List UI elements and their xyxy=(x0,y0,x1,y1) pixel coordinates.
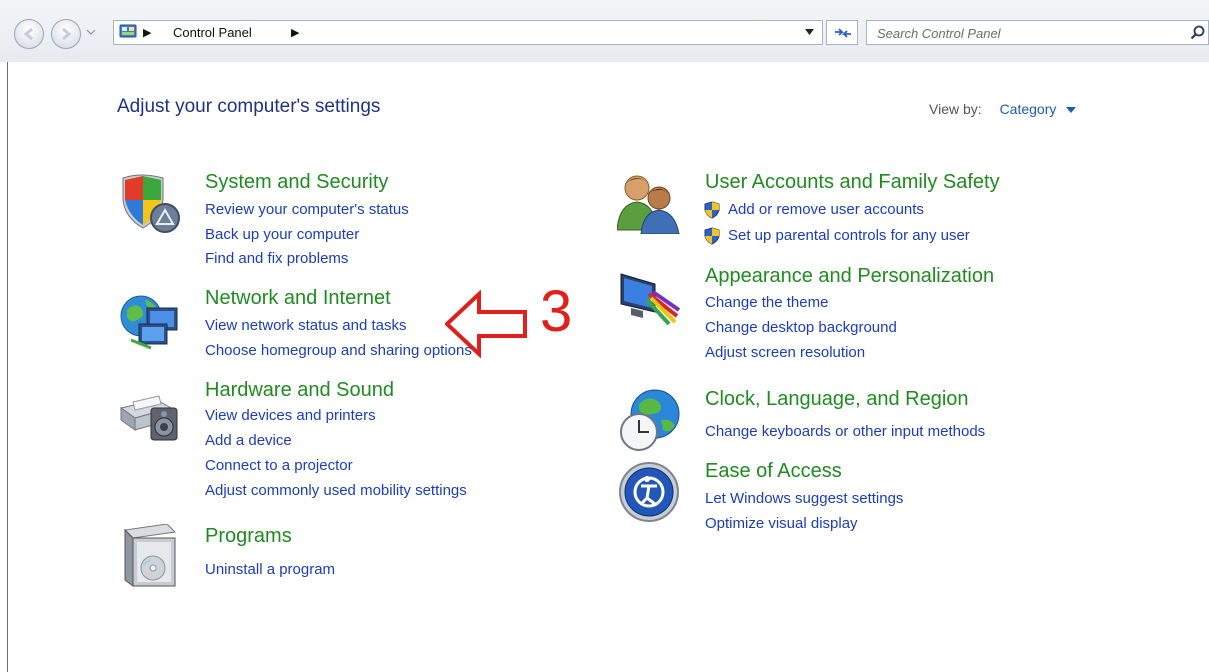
search-input[interactable] xyxy=(875,23,1169,44)
uac-shield-icon xyxy=(703,227,721,249)
link-keyboards[interactable]: Change keyboards or other input methods xyxy=(705,423,985,440)
link-review-status[interactable]: Review your computer's status xyxy=(205,201,409,218)
forward-arrow-icon xyxy=(62,27,72,41)
refresh-icon xyxy=(835,28,851,38)
annotation-step-number: 3 xyxy=(540,279,573,344)
recent-pages-dropdown-icon[interactable] xyxy=(86,29,96,35)
refresh-button[interactable] xyxy=(826,20,858,45)
category-title[interactable]: Programs xyxy=(205,525,292,548)
uac-shield-icon xyxy=(703,201,721,223)
back-arrow-icon xyxy=(23,27,33,41)
view-by-control: View by: Category xyxy=(929,101,1077,117)
link-add-device[interactable]: Add a device xyxy=(205,432,292,449)
link-uninstall[interactable]: Uninstall a program xyxy=(205,561,335,578)
category-title[interactable]: User Accounts and Family Safety xyxy=(705,171,1000,194)
breadcrumb-separator-icon[interactable]: ▶ xyxy=(291,26,299,39)
link-find-fix[interactable]: Find and fix problems xyxy=(205,250,348,267)
control-panel-icon xyxy=(119,24,137,38)
network-globe-icon[interactable] xyxy=(117,286,181,350)
breadcrumb-control-panel[interactable]: Control Panel xyxy=(173,25,252,40)
link-backup[interactable]: Back up your computer xyxy=(205,226,359,243)
search-icon[interactable] xyxy=(1190,25,1206,41)
forward-button[interactable] xyxy=(51,19,81,49)
category-title[interactable]: Appearance and Personalization xyxy=(705,265,994,288)
link-mobility[interactable]: Adjust commonly used mobility settings xyxy=(205,482,467,499)
category-title[interactable]: System and Security xyxy=(205,171,388,194)
link-add-remove-users[interactable]: Add or remove user accounts xyxy=(728,201,924,218)
address-bar[interactable]: ▶ Control Panel ▶ xyxy=(113,20,823,45)
breadcrumb-separator-icon[interactable]: ▶ xyxy=(143,26,151,39)
link-parental-controls[interactable]: Set up parental controls for any user xyxy=(728,227,970,244)
ease-of-access-icon[interactable] xyxy=(617,460,681,524)
link-suggest-settings[interactable]: Let Windows suggest settings xyxy=(705,490,903,507)
clock-globe-icon[interactable] xyxy=(617,388,681,452)
annotation-arrow-icon xyxy=(445,290,527,358)
category-title[interactable]: Network and Internet xyxy=(205,287,391,310)
link-desktop-background[interactable]: Change desktop background xyxy=(705,319,897,336)
view-by-label: View by: xyxy=(929,101,982,117)
search-box[interactable] xyxy=(866,20,1209,45)
link-devices-printers[interactable]: View devices and printers xyxy=(205,407,376,424)
address-dropdown-icon[interactable] xyxy=(805,29,814,35)
program-box-icon[interactable] xyxy=(117,524,181,588)
category-title[interactable]: Hardware and Sound xyxy=(205,379,394,402)
link-homegroup[interactable]: Choose homegroup and sharing options xyxy=(205,342,472,359)
back-button[interactable] xyxy=(14,19,44,49)
content-left-border xyxy=(7,62,8,672)
link-projector[interactable]: Connect to a projector xyxy=(205,457,353,474)
category-title[interactable]: Ease of Access xyxy=(705,460,842,483)
link-change-theme[interactable]: Change the theme xyxy=(705,294,828,311)
monitor-palette-icon[interactable] xyxy=(617,264,681,328)
link-network-status[interactable]: View network status and tasks xyxy=(205,317,407,334)
view-by-dropdown[interactable]: Category xyxy=(1000,101,1057,117)
view-by-chevron-icon[interactable] xyxy=(1066,107,1077,114)
page-title: Adjust your computer's settings xyxy=(117,96,381,117)
link-optimize-display[interactable]: Optimize visual display xyxy=(705,515,858,532)
users-icon[interactable] xyxy=(617,170,681,234)
category-title[interactable]: Clock, Language, and Region xyxy=(705,388,969,411)
shield-icon[interactable] xyxy=(117,170,181,234)
printer-speaker-icon[interactable] xyxy=(117,378,181,442)
link-screen-resolution[interactable]: Adjust screen resolution xyxy=(705,344,865,361)
navigation-bar: ▶ Control Panel ▶ xyxy=(0,0,1209,62)
